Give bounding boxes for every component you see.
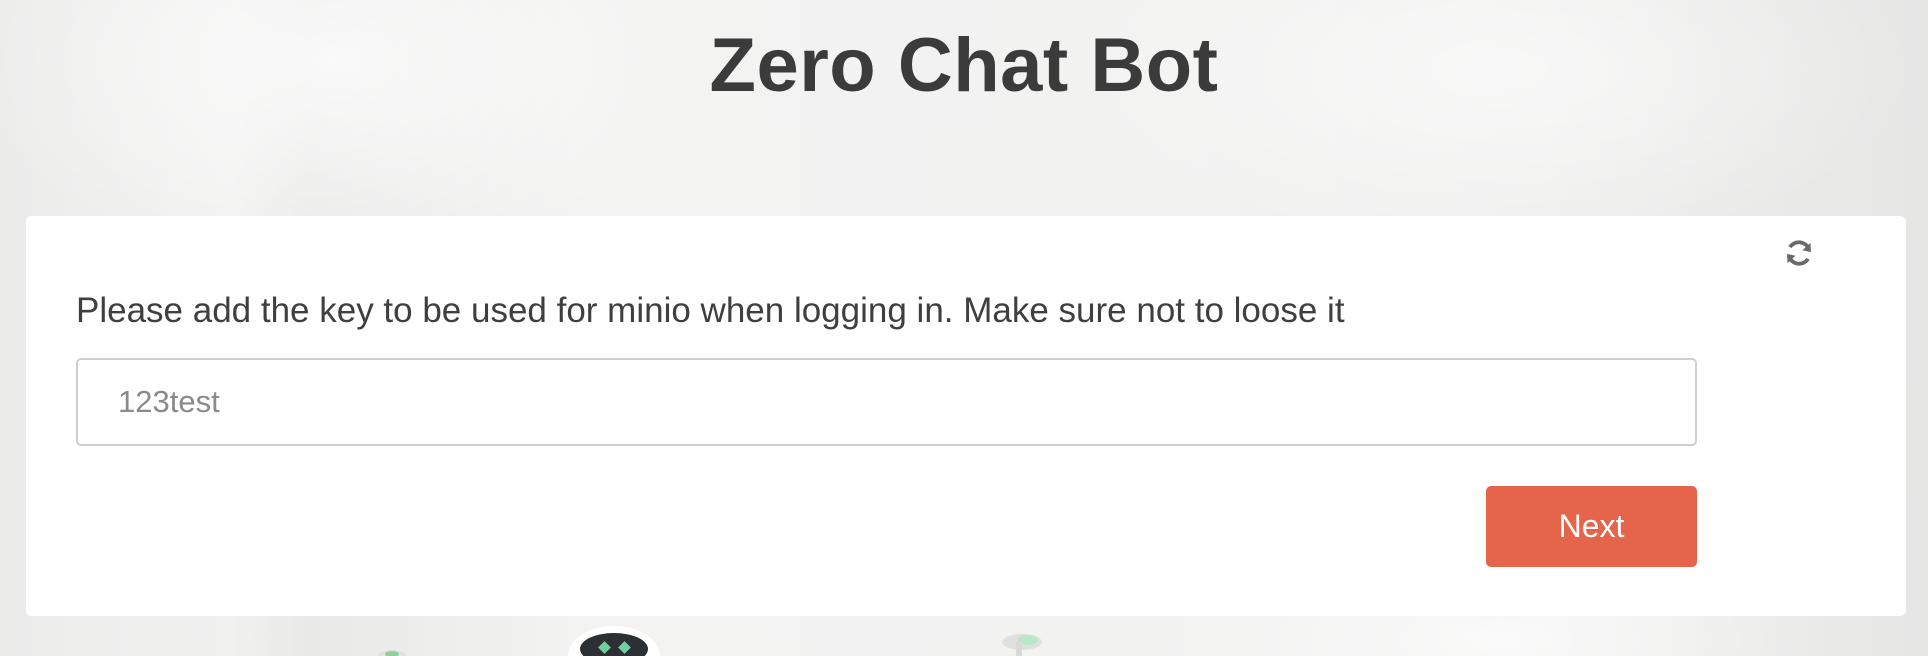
next-button[interactable]: Next xyxy=(1486,486,1697,567)
refresh-icon[interactable] xyxy=(1782,236,1816,270)
page-title: Zero Chat Bot xyxy=(709,23,1219,108)
key-instructions: Please add the key to be used for minio … xyxy=(76,291,1345,330)
key-input[interactable] xyxy=(76,358,1697,446)
robot-illustration xyxy=(378,626,1042,656)
